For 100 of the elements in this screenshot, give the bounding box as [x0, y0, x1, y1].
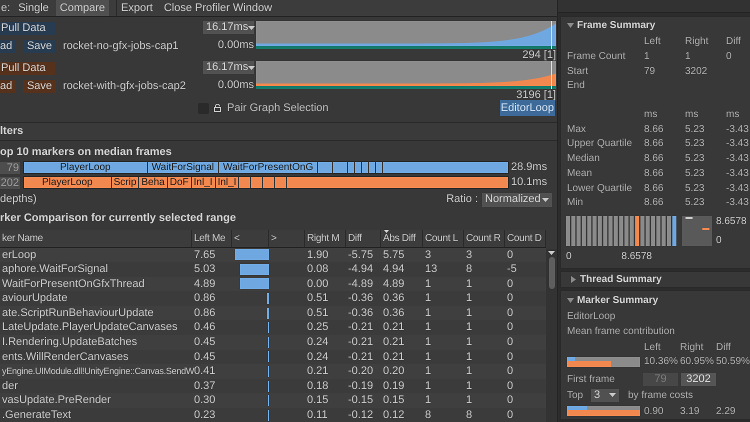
table-cell-text: -3.43: [726, 196, 750, 210]
scrollbar[interactable]: [546, 248, 557, 422]
scrollbar-thumb[interactable]: [548, 256, 554, 288]
marker-segment[interactable]: PlayerLoop: [24, 177, 112, 188]
table-cell-text: 1: [424, 393, 432, 408]
toolbar-button[interactable]: Close Profiler Window: [160, 0, 276, 16]
panel-title[interactable]: Frame Summary: [577, 18, 656, 34]
pull-data-button[interactable]: Pull Data: [0, 62, 55, 75]
expanded-triangle-icon[interactable]: [567, 22, 574, 30]
table-cell-text: 1: [465, 393, 474, 408]
axis-label: 0: [566, 250, 572, 264]
table-cell-text: 0.11: [306, 408, 329, 422]
frame-time-graph[interactable]: [256, 21, 556, 49]
toolbar-button[interactable]: Single: [14, 0, 53, 16]
max-time-dropdown[interactable]: 16.17ms: [203, 61, 254, 74]
lock-icon: [214, 104, 221, 112]
marker-segment[interactable]: Scrip: [112, 177, 140, 188]
column-header[interactable]: Right M: [305, 230, 346, 246]
panel-title[interactable]: Thread Summary: [580, 272, 662, 288]
table-cell-text: -0.21: [347, 335, 374, 350]
toolbar-button[interactable]: Compare: [56, 0, 110, 16]
row-label: Upper Quartile: [567, 137, 634, 152]
marker-segment[interactable]: DoF: [168, 177, 192, 188]
row-label: Start: [567, 64, 590, 78]
section-title: op 10 markers on median frames: [0, 144, 173, 160]
expanded-triangle-icon[interactable]: [567, 296, 574, 304]
max-time-dropdown[interactable]: 16.17ms: [203, 21, 254, 34]
toolbar-button[interactable]: Export: [116, 0, 157, 16]
column-header[interactable]: Count D: [505, 230, 546, 246]
column-header[interactable]: Count L: [423, 230, 464, 246]
table-cell-text: 0.45: [193, 350, 216, 364]
table-cell-text: 0.19: [382, 378, 406, 394]
row-label: Max: [567, 122, 587, 136]
collapsed-triangle-icon[interactable]: [570, 276, 577, 284]
table-cell-text: 8: [465, 408, 474, 422]
marker-segment[interactable]: Inl_I: [216, 177, 240, 188]
table-cell-text: 0: [506, 306, 514, 320]
column-header[interactable]: Diff: [346, 230, 381, 246]
table-cell-text: 3202: [685, 64, 708, 78]
column-label: Diff: [716, 340, 732, 354]
table-cell-text: -3.43: [726, 152, 750, 166]
left-diff-bar: [266, 293, 269, 304]
marker-name-cell-text: aviourUpdate: [1, 291, 68, 306]
table-cell-text: 5.23: [685, 182, 706, 196]
table-cell-text: -3.43: [726, 122, 750, 136]
frame-time-graph[interactable]: [256, 61, 556, 89]
marker-name: EditorLoop: [567, 310, 616, 324]
table-cell-text: 5.03: [193, 262, 216, 277]
marker-segment[interactable]: Inl_I: [192, 177, 216, 188]
table-cell-text: 8.66: [644, 182, 664, 196]
marker-segment[interactable]: WaitForPresentOnG: [219, 162, 318, 173]
sort-arrow-icon: [384, 230, 389, 232]
table-cell-text: 50.59%: [716, 355, 750, 370]
save-button[interactable]: Save: [23, 40, 56, 53]
load-button[interactable]: ad: [0, 80, 16, 93]
table-cell-text: 0: [506, 276, 514, 292]
selected-marker-label: EditorLoop: [500, 100, 555, 116]
table-cell-text: 4.94: [382, 262, 406, 277]
table-cell-text: 0.21: [382, 350, 406, 364]
load-button[interactable]: ad: [0, 40, 16, 53]
ratio-label: Ratio :: [446, 192, 478, 208]
filters-header[interactable]: lters: [0, 122, 557, 140]
column-header[interactable]: Count R: [464, 230, 505, 246]
ratio-dropdown[interactable]: Normalized: [482, 192, 552, 206]
column-label: Right: [685, 35, 710, 49]
column-header[interactable]: Left Me: [192, 230, 232, 246]
column-header[interactable]: Abs Diff: [381, 230, 423, 246]
table-cell-text: 0: [506, 335, 514, 350]
table-cell-text: 1: [424, 276, 432, 292]
frame-button[interactable]: 3202: [681, 372, 716, 386]
table-cell-text: 8.66: [644, 196, 664, 210]
marker-segment[interactable]: WaitForSignal: [148, 162, 220, 173]
table-cell-text: 8: [424, 408, 432, 422]
axis-label: 0: [716, 234, 723, 246]
table-cell-text: 0: [506, 248, 514, 262]
pull-data-button[interactable]: Pull Data: [0, 22, 55, 35]
unit-label: ms: [726, 108, 740, 122]
table-cell-text: 1: [465, 306, 474, 320]
table-cell-text: 0.24: [306, 350, 330, 364]
marker-segment[interactable]: Beha: [139, 177, 168, 188]
column-header[interactable]: ker Name: [0, 230, 192, 246]
marker-segment[interactable]: PlayerLoop: [24, 162, 148, 173]
unit-label: ms: [685, 108, 700, 122]
table-cell-text: 4.89: [193, 276, 216, 292]
table-cell-text: 0: [506, 378, 514, 394]
row-label: Lower Quartile: [567, 182, 634, 196]
table-cell-text: 0.36: [382, 306, 406, 320]
table-cell-text: 5.23: [685, 166, 706, 180]
table-cell-text: 60.95%: [680, 355, 715, 370]
save-button[interactable]: Save: [23, 80, 56, 93]
top-count-dropdown[interactable]: 3: [591, 388, 619, 402]
mode-label: e:: [0, 0, 12, 16]
table-cell-text: 5.75: [382, 248, 406, 262]
panel-title[interactable]: Marker Summary: [577, 292, 658, 308]
table-cell-text: 8.66: [644, 137, 664, 152]
column-header[interactable]: <: [232, 230, 269, 246]
table-cell-text: 0.21: [306, 364, 330, 379]
table-cell-text: 1: [685, 50, 692, 64]
table-cell-text: 0.23: [193, 408, 216, 422]
column-header[interactable]: >: [269, 230, 305, 246]
